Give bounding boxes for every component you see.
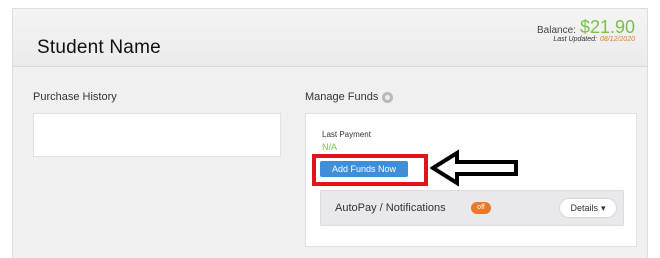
add-funds-button[interactable]: Add Funds Now [320,161,408,177]
balance-amount: $21.90 [579,17,635,37]
last-payment-label: Last Payment [322,130,371,139]
account-header: Student Name Balance: $21.90 Last Update… [13,9,647,67]
left-arrow-icon [430,149,518,187]
autopay-toggle[interactable]: off [471,202,491,214]
student-account-card: Student Name Balance: $21.90 Last Update… [12,8,648,258]
details-label: Details [570,203,598,213]
last-updated-label: Last Updated: [553,36,597,43]
balance-block: Balance: $21.90 Last Updated: 08/12/2020 [537,17,635,43]
settings-icon[interactable] [382,91,394,103]
purchase-history-title: Purchase History [33,91,117,103]
balance-label: Balance: [537,25,576,36]
autopay-label: AutoPay / Notifications [335,202,446,214]
last-updated-date: 08/12/2020 [599,36,635,43]
details-button[interactable]: Details ▾ [559,198,617,218]
manage-funds-heading: Manage Funds [305,91,394,103]
chevron-down-icon: ▾ [600,202,606,213]
student-name: Student Name [37,37,161,58]
manage-funds-title: Manage Funds [305,91,379,103]
purchase-history-panel [33,113,281,157]
autopay-notifications-bar[interactable]: AutoPay / Notifications off Details ▾ [320,190,624,226]
last-payment-value: N/A [322,142,338,152]
